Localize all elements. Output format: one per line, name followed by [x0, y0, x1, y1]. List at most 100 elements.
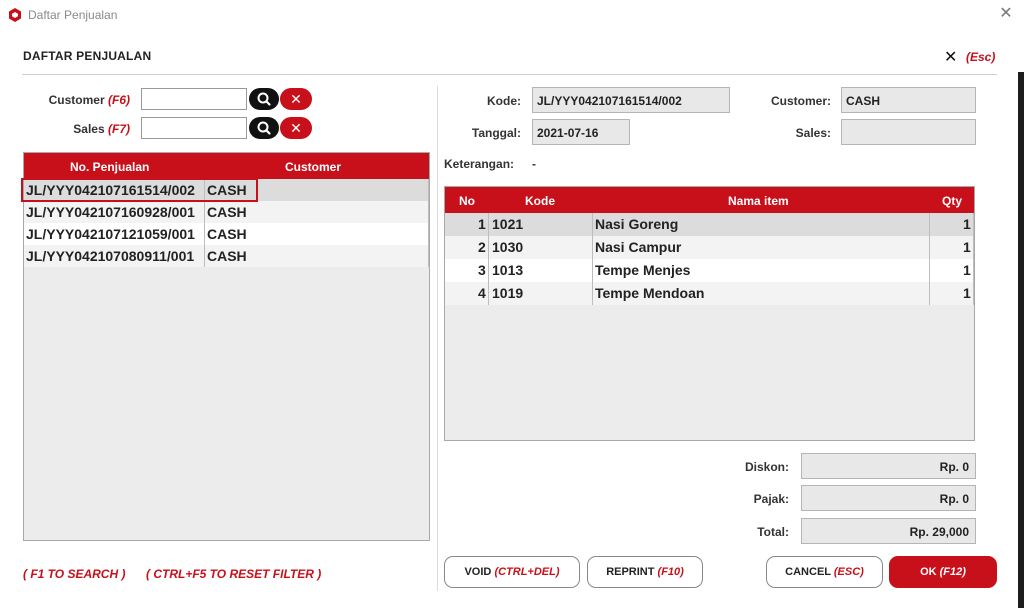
sales-search-button[interactable]	[249, 117, 279, 139]
header-divider	[22, 74, 997, 75]
item-no-cell: 1	[478, 216, 486, 232]
sales-no-cell: JL/YYY042107160928/001	[26, 204, 195, 220]
total-label: Total:	[757, 525, 789, 539]
sales-filter-label: Sales (F7)	[20, 122, 130, 136]
search-icon	[257, 121, 271, 135]
cancel-button[interactable]: CANCEL (ESC)	[766, 556, 883, 588]
cell-divider	[929, 213, 930, 236]
customer-filter-input[interactable]	[141, 88, 247, 110]
tanggal-label: Tanggal:	[471, 126, 521, 140]
selected-row-highlight	[21, 178, 258, 202]
reset-filter-shortcut-hint: ( CTRL+F5 TO RESET FILTER )	[146, 567, 322, 581]
column-header-qty[interactable]: Qty	[942, 194, 962, 208]
customer-cell: CASH	[207, 248, 247, 264]
customer-filter-shortcut: (F6)	[108, 93, 130, 107]
cancel-button-label: CANCEL	[785, 566, 831, 578]
customer-search-button[interactable]	[249, 88, 279, 110]
cancel-button-shortcut: (ESC)	[833, 566, 864, 578]
customer-cell: CASH	[207, 204, 247, 220]
table-row[interactable]: 4 1019 Tempe Mendoan 1	[445, 282, 974, 305]
column-header-no-penjualan[interactable]: No. Penjualan	[70, 160, 149, 174]
void-button-label: VOID	[464, 566, 492, 578]
ok-button-label: OK	[920, 566, 937, 578]
reprint-button-label: REPRINT	[606, 566, 655, 578]
cell-divider	[204, 201, 205, 223]
customer-filter-label-text: Customer	[48, 93, 105, 107]
cell-divider	[488, 259, 489, 282]
total-field: Rp. 29,000	[801, 518, 976, 544]
sales-filter-shortcut: (F7)	[108, 122, 130, 136]
cell-divider	[488, 282, 489, 305]
column-header-nama-item[interactable]: Nama item	[728, 194, 789, 208]
reprint-button[interactable]: REPRINT (F10)	[587, 556, 703, 588]
window-title: Daftar Penjualan	[28, 8, 118, 22]
item-qty-cell: 1	[963, 239, 971, 255]
customer-label: Customer:	[770, 94, 831, 108]
sales-filter-input[interactable]	[141, 117, 247, 139]
customer-filter-label: Customer (F6)	[20, 93, 130, 107]
item-no-cell: 4	[478, 285, 486, 301]
keterangan-label: Keterangan:	[444, 157, 515, 171]
cell-divider	[592, 213, 593, 236]
void-button[interactable]: VOID (CTRL+DEL)	[444, 556, 580, 588]
item-nama-cell: Nasi Campur	[595, 239, 682, 255]
cell-divider	[929, 259, 930, 282]
item-nama-cell: Tempe Mendoan	[595, 285, 705, 301]
tanggal-field: 2021-07-16	[532, 119, 630, 145]
cell-divider	[488, 213, 489, 236]
pajak-field: Rp. 0	[801, 485, 976, 511]
items-table-header: No Kode Nama item Qty	[445, 187, 974, 213]
table-row[interactable]: JL/YYY042107160928/001 CASH	[24, 201, 429, 223]
sales-label: Sales:	[795, 126, 831, 140]
table-column-edge	[973, 213, 974, 305]
item-qty-cell: 1	[963, 262, 971, 278]
items-table[interactable]: No Kode Nama item Qty 1 1021 Nasi Goreng…	[444, 186, 975, 441]
kode-field: JL/YYY042107161514/002	[532, 87, 730, 113]
item-kode-cell: 1021	[492, 216, 524, 232]
title-bar: Daftar Penjualan ✕	[0, 0, 1024, 30]
kode-label: Kode:	[487, 94, 521, 108]
customer-cell: CASH	[207, 226, 247, 242]
cell-divider	[929, 282, 930, 305]
cell-divider	[204, 223, 205, 245]
pajak-label: Pajak:	[753, 492, 789, 506]
sales-list-table[interactable]: No. Penjualan Customer JL/YYY04210716151…	[23, 152, 430, 541]
cell-divider	[488, 236, 489, 259]
item-qty-cell: 1	[963, 285, 971, 301]
sales-no-cell: JL/YYY042107080911/001	[26, 248, 195, 264]
column-header-customer[interactable]: Customer	[285, 160, 341, 174]
close-icon[interactable]: ✕	[944, 47, 957, 67]
item-qty-cell: 1	[963, 216, 971, 232]
item-kode-cell: 1019	[492, 285, 524, 301]
cell-divider	[204, 245, 205, 267]
item-kode-cell: 1013	[492, 262, 524, 278]
reprint-button-shortcut: (F10)	[657, 566, 684, 578]
table-row[interactable]: 3 1013 Tempe Menjes 1	[445, 259, 974, 282]
close-shortcut-hint[interactable]: (Esc)	[966, 50, 995, 64]
sales-list-header: No. Penjualan Customer	[24, 153, 429, 179]
table-row[interactable]: 1 1021 Nasi Goreng 1	[445, 213, 974, 236]
cell-divider	[592, 282, 593, 305]
cell-divider	[592, 259, 593, 282]
column-header-no[interactable]: No	[459, 194, 475, 208]
table-column-edge	[428, 179, 429, 267]
search-shortcut-hint: ( F1 TO SEARCH )	[23, 567, 126, 581]
window-close-icon[interactable]: ✕	[998, 6, 1014, 22]
table-row[interactable]: JL/YYY042107080911/001 CASH	[24, 245, 429, 267]
sales-clear-button[interactable]: ✕	[280, 117, 312, 139]
table-row[interactable]: 2 1030 Nasi Campur 1	[445, 236, 974, 259]
customer-field: CASH	[841, 87, 976, 113]
ok-button-shortcut: (F12)	[939, 566, 966, 578]
customer-clear-button[interactable]: ✕	[280, 88, 312, 110]
panel-divider	[437, 86, 438, 591]
item-nama-cell: Tempe Menjes	[595, 262, 691, 278]
cell-divider	[592, 236, 593, 259]
column-header-kode[interactable]: Kode	[525, 194, 555, 208]
table-row[interactable]: JL/YYY042107121059/001 CASH	[24, 223, 429, 245]
sales-filter-label-text: Sales	[73, 122, 105, 136]
ok-button[interactable]: OK (F12)	[889, 556, 997, 588]
page-title: DAFTAR PENJUALAN	[23, 49, 152, 63]
app-logo-icon	[9, 8, 21, 22]
diskon-field: Rp. 0	[801, 453, 976, 479]
keterangan-value: -	[532, 157, 536, 171]
